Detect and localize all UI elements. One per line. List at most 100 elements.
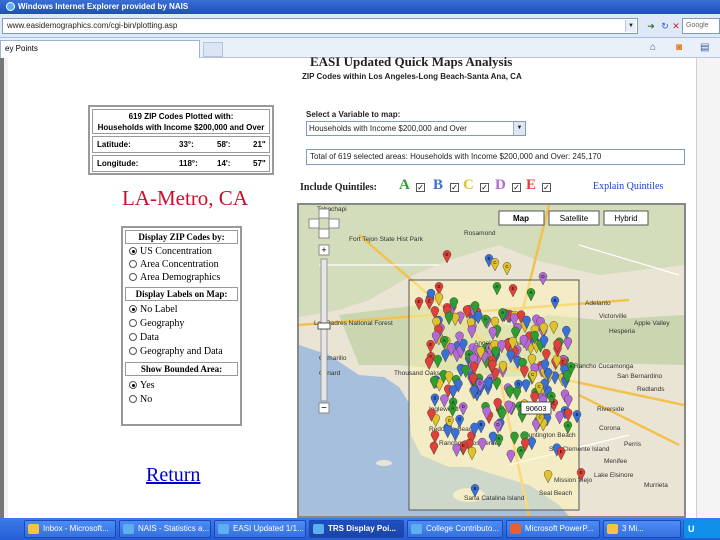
map-place-label: Apple Valley	[634, 320, 670, 327]
option-label: Geography and Data	[140, 346, 223, 357]
longitude-seconds: 57"	[253, 159, 266, 168]
map-type-buttons[interactable]: Map Satellite Hybrid	[498, 210, 649, 226]
svg-text:B: B	[575, 412, 578, 417]
page-title: EASI Updated Quick Maps Analysis	[310, 54, 513, 69]
variable-label: Select a Variable to map:	[306, 110, 401, 119]
radio-area-demographics[interactable]: Area Demographics	[129, 272, 220, 284]
home-icon[interactable]: ⌂	[650, 42, 656, 54]
zip-info-table: 619 ZIP Codes Plotted with: Households w…	[88, 105, 274, 175]
svg-text:A: A	[569, 364, 572, 369]
quintile-c-checkbox[interactable]: ✓	[480, 183, 489, 192]
svg-text:E: E	[561, 359, 564, 364]
quintile-b-checkbox[interactable]: ✓	[450, 183, 459, 192]
radio-icon[interactable]	[129, 394, 137, 403]
svg-text:B: B	[479, 422, 482, 427]
pan-down-icon[interactable]	[318, 228, 330, 239]
go-icon[interactable]: ➜	[644, 20, 658, 32]
option-label: No	[140, 394, 153, 405]
explain-quintiles-link[interactable]: Explain Quintiles	[593, 181, 663, 192]
map-place-label: Redlands	[637, 386, 665, 393]
tray-label: U	[688, 524, 695, 534]
radio-geography[interactable]: Geography	[129, 318, 184, 330]
total-summary-text: Total of 619 selected areas: Households …	[310, 152, 602, 161]
svg-text:E: E	[445, 252, 448, 257]
option-label: No Label	[140, 304, 178, 315]
svg-text:A: A	[495, 284, 498, 289]
radio-geography-and-data[interactable]: Geography and Data	[129, 346, 223, 358]
quintile-a-checkbox[interactable]: ✓	[416, 183, 425, 192]
address-bar[interactable]: www.easidemographics.com/cgi-bin/plottin…	[2, 18, 638, 34]
region-label: LA-Metro, CA	[122, 186, 248, 210]
tab-current[interactable]: ey Points	[0, 40, 200, 58]
longitude-degrees: 118°:	[179, 159, 198, 168]
map-place-label: Mission Viejo	[554, 477, 593, 484]
radio-icon[interactable]	[129, 259, 137, 268]
svg-text:A: A	[529, 290, 532, 295]
windows-taskbar: Inbox - Microsoft... NAIS - Statistics a…	[0, 518, 720, 540]
radio-icon[interactable]	[129, 272, 137, 281]
search-input[interactable]: Google	[682, 18, 720, 34]
zip-display-header: Display ZIP Codes by:	[125, 230, 238, 244]
vertical-scrollbar[interactable]	[692, 58, 720, 518]
taskbar-item-trs-display[interactable]: TRS Display Poi...	[309, 520, 404, 538]
zoom-slider-track[interactable]	[320, 258, 328, 402]
map-place-label: Murrieta	[644, 482, 668, 489]
quintile-d-checkbox[interactable]: ✓	[512, 183, 521, 192]
taskbar-item-easi[interactable]: EASI Updated 1/1...	[214, 520, 306, 538]
svg-text:A: A	[566, 423, 569, 428]
latitude-minutes: 58':	[217, 140, 231, 149]
new-tab-button[interactable]	[203, 42, 223, 57]
taskbar-item-inbox[interactable]: Inbox - Microsoft...	[24, 520, 116, 538]
svg-text:A: A	[550, 394, 553, 399]
print-icon[interactable]: ▤	[700, 42, 709, 54]
pan-up-icon[interactable]	[318, 208, 330, 219]
quintile-e-checkbox[interactable]: ✓	[542, 183, 551, 192]
radio-icon[interactable]	[129, 332, 137, 341]
chevron-down-icon[interactable]: ▼	[513, 122, 525, 135]
radio-selected-icon[interactable]	[129, 380, 137, 389]
pan-left-icon[interactable]	[308, 218, 320, 229]
radio-icon[interactable]	[129, 346, 137, 355]
map-place-label: Seal Beach	[539, 490, 573, 497]
svg-text:E: E	[579, 470, 582, 475]
system-tray: U	[683, 520, 720, 538]
svg-text:E: E	[417, 299, 420, 304]
svg-text:A: A	[451, 406, 454, 411]
ie-icon	[313, 524, 324, 534]
ie-icon	[411, 524, 422, 534]
tab-label: ey Points	[5, 44, 38, 53]
radio-area-concentration[interactable]: Area Concentration	[129, 259, 219, 271]
taskbar-item-nais[interactable]: NAIS - Statistics a...	[119, 520, 211, 538]
radio-no-label[interactable]: No Label	[129, 304, 178, 316]
svg-text:B: B	[517, 382, 520, 387]
latitude-seconds: 21"	[253, 140, 266, 149]
radio-data[interactable]: Data	[129, 332, 159, 344]
map-place-label: Rosamond	[464, 230, 496, 237]
pan-right-icon[interactable]	[328, 218, 340, 229]
zip-info-header: 619 ZIP Codes Plotted with: Households w…	[92, 109, 270, 134]
search-placeholder: Google	[686, 22, 709, 29]
variable-select[interactable]: Households with Income $200,000 and Over…	[306, 121, 526, 136]
radio-icon[interactable]	[129, 318, 137, 327]
map-canvas[interactable]: TehachapiFort Tejon State Hist ParkRosam…	[299, 205, 684, 516]
quintile-d-letter: D	[495, 177, 506, 193]
taskbar-item-college[interactable]: College Contributo...	[407, 520, 503, 538]
return-link[interactable]: Return	[146, 464, 200, 487]
radio-bounded-yes[interactable]: Yes	[129, 380, 155, 392]
radio-selected-icon[interactable]	[129, 304, 137, 313]
svg-text:E: E	[437, 284, 440, 289]
option-label: Area Concentration	[140, 259, 219, 270]
map-place-label: Menifee	[604, 458, 628, 465]
rss-feed-icon[interactable]: ◙	[676, 42, 682, 54]
radio-selected-icon[interactable]	[129, 246, 137, 255]
map-place-label: Fort Tejon State Hist Park	[349, 236, 424, 243]
zoom-slider-handle[interactable]	[317, 322, 331, 330]
radio-bounded-no[interactable]: No	[129, 394, 152, 406]
svg-text:+: +	[321, 245, 326, 255]
address-dropdown-icon[interactable]: ▼	[625, 20, 636, 32]
radio-us-concentration[interactable]: US Concentration	[129, 246, 212, 258]
map-panel[interactable]: Tehachapi Fort Tejon State Hist Park Rosam…	[297, 203, 686, 518]
taskbar-item-group[interactable]: 3 Mi...	[603, 520, 681, 538]
stop-icon[interactable]: ✕	[669, 20, 683, 32]
taskbar-item-powerpoint[interactable]: Microsoft PowerP...	[506, 520, 600, 538]
